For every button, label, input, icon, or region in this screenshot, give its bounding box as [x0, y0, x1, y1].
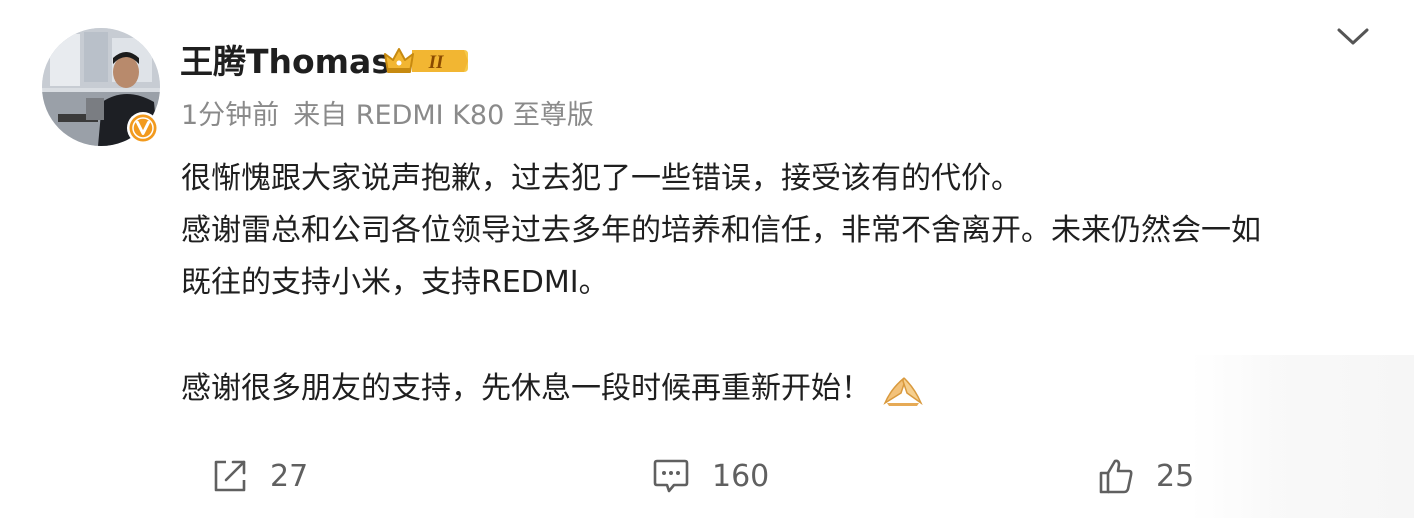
post-time: 1分钟前	[181, 100, 280, 131]
thumbs-up-icon	[1099, 459, 1133, 494]
comment-button[interactable]: 160	[652, 452, 769, 500]
repost-icon	[214, 460, 246, 492]
post-text-line: 感谢很多朋友的支持，先休息一段时候再重新开始！	[181, 371, 871, 406]
post-text-line: 感谢雷总和公司各位领导过去多年的培养和信任，非常不舍离开。未来仍然会一如	[181, 213, 1261, 248]
comment-icon	[653, 459, 689, 493]
post-meta: 1分钟前 来自 REDMI K80 至尊版	[181, 96, 594, 136]
verified-badge-icon	[127, 112, 159, 144]
blurred-watermark	[1190, 355, 1414, 518]
post-text-line-last: 感谢很多朋友的支持，先休息一段时候再重新开始！	[181, 367, 925, 411]
like-count: 25	[1156, 458, 1195, 494]
crown-level-badge-icon: II	[384, 48, 468, 73]
author-name[interactable]: 王腾Thomas	[180, 38, 391, 86]
repost-count: 27	[270, 458, 309, 494]
chevron-down-icon[interactable]	[1336, 26, 1370, 48]
post-text-line: 很惭愧跟大家说声抱歉，过去犯了一些错误，接受该有的代价。	[181, 161, 1021, 196]
post-text-line: 既往的支持小米，支持REDMI。	[181, 265, 609, 300]
post-source[interactable]: 来自 REDMI K80 至尊版	[293, 100, 594, 131]
level-badge-text: II	[428, 52, 444, 73]
comment-count: 160	[712, 458, 770, 494]
like-button[interactable]: 25	[1098, 452, 1194, 500]
praying-hands-icon	[883, 377, 923, 406]
repost-button[interactable]: 27	[212, 452, 308, 500]
